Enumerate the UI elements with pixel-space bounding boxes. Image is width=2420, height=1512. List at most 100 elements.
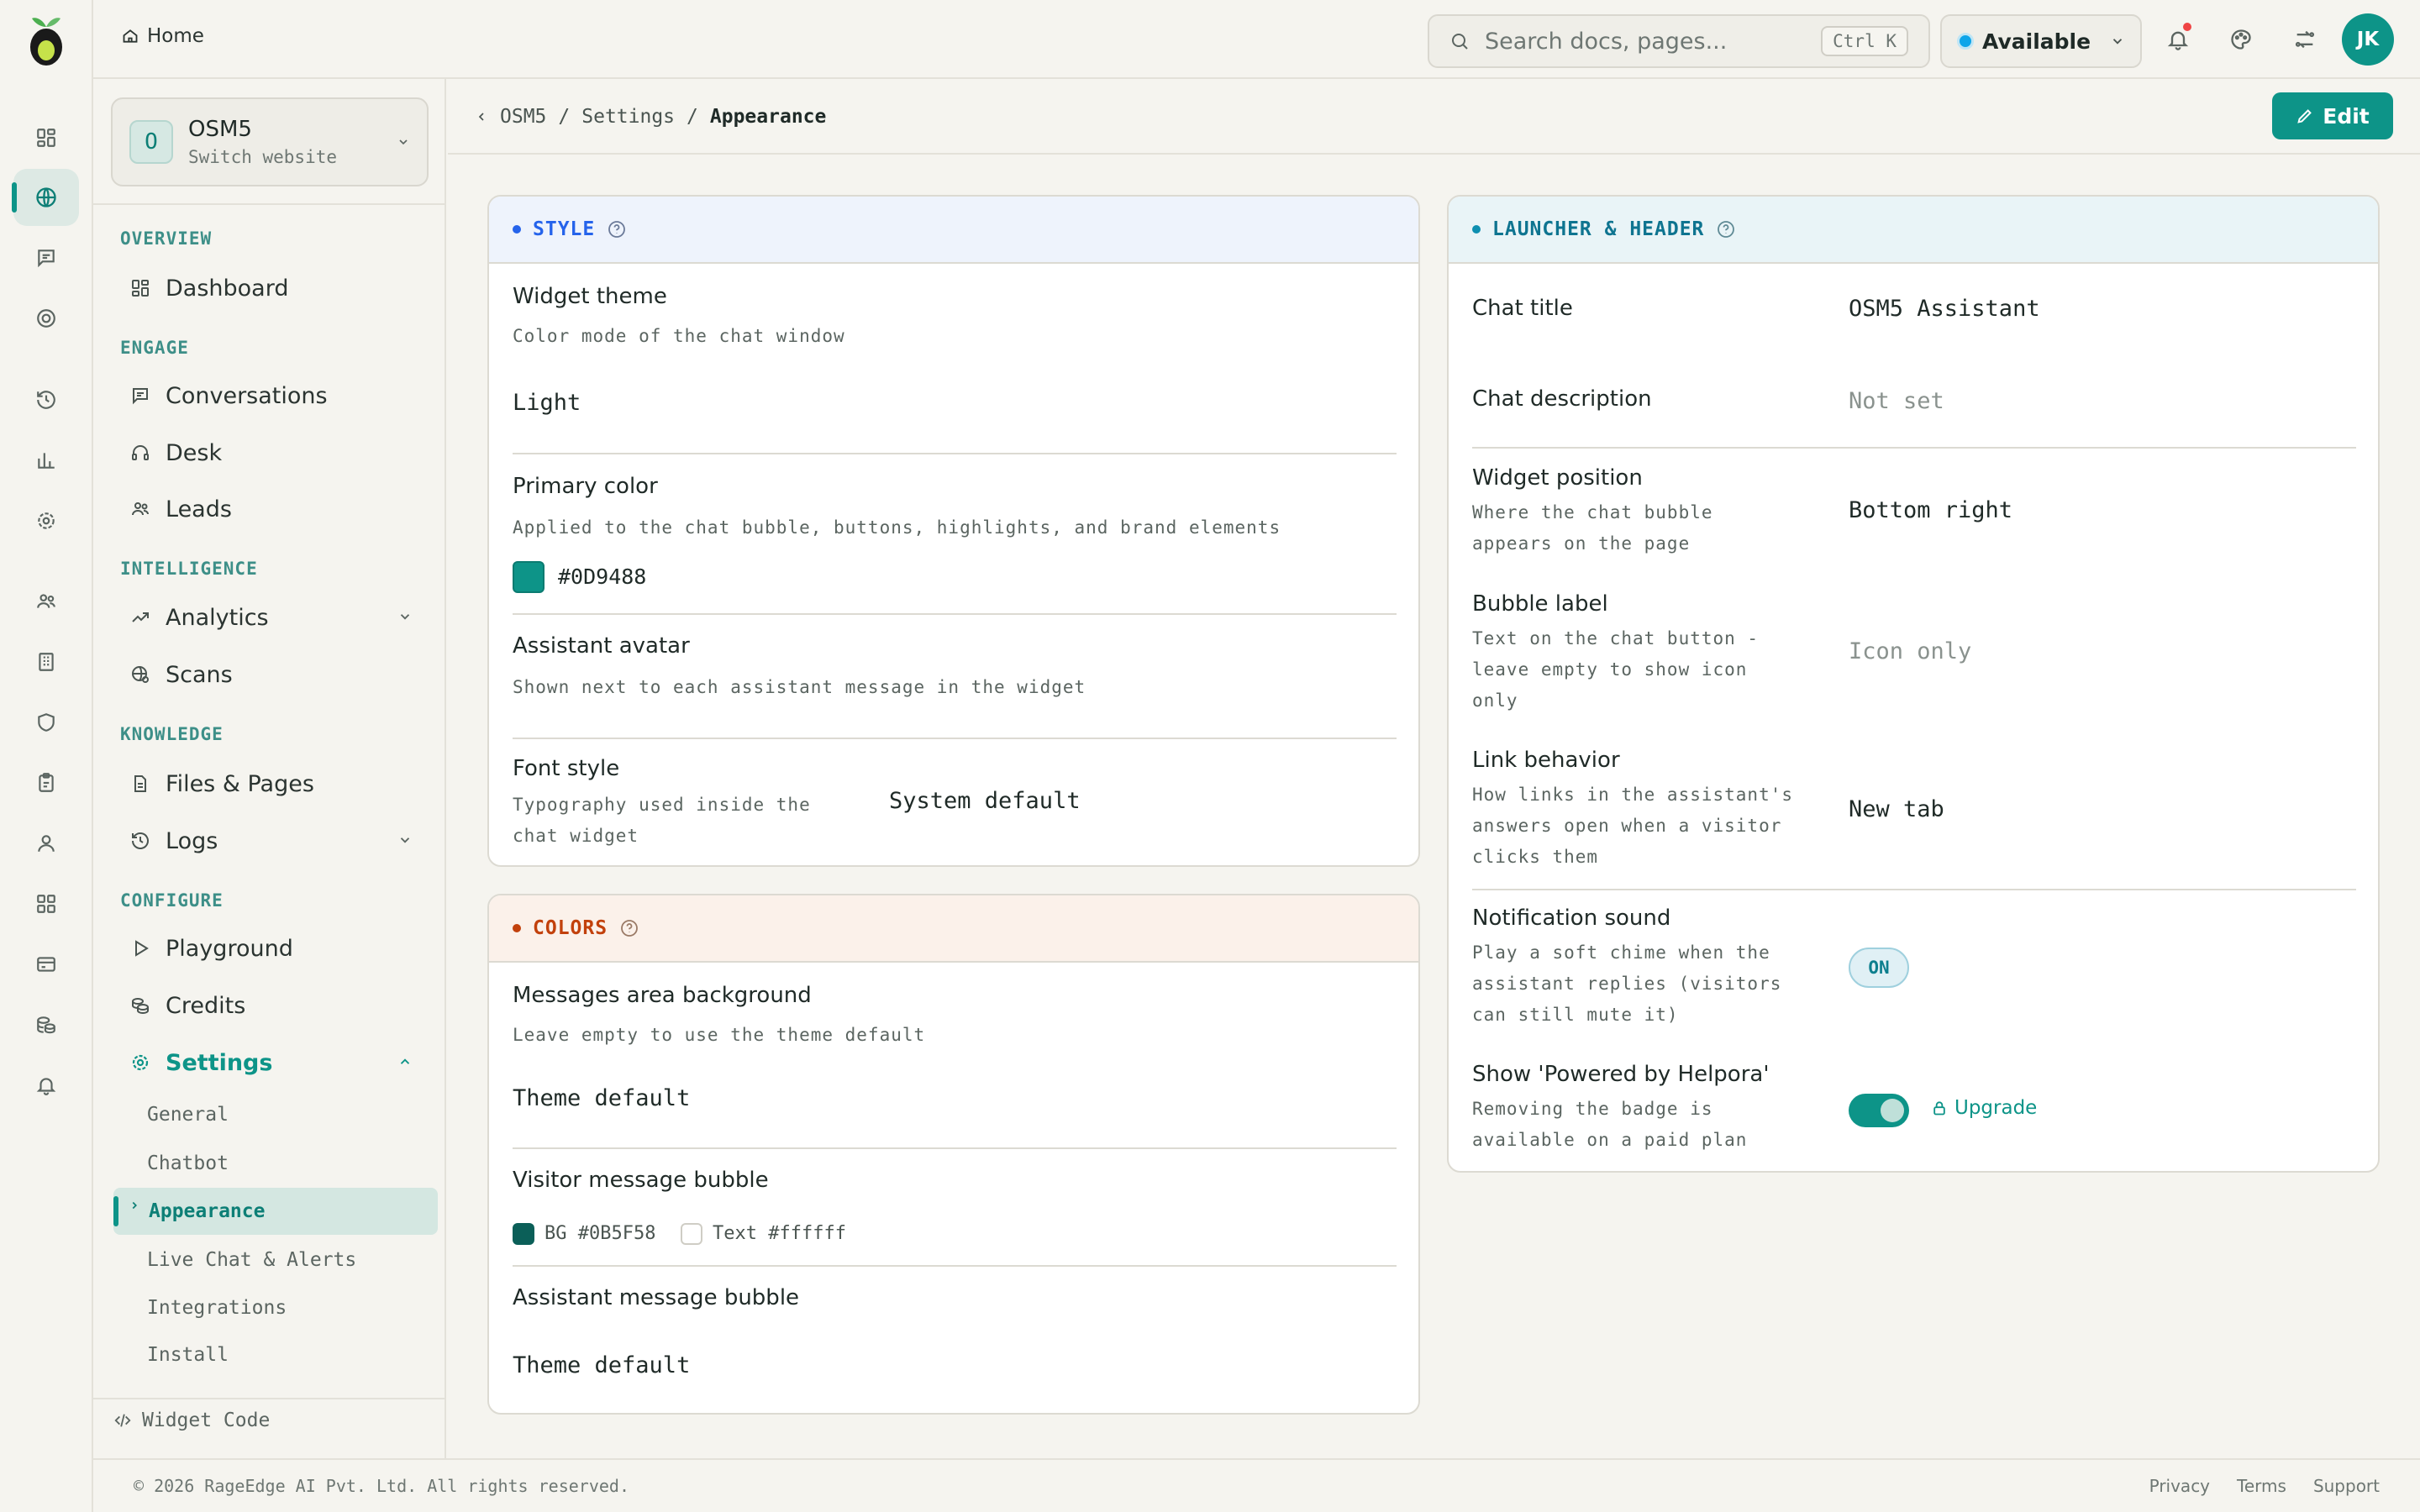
app-logo[interactable] <box>20 12 72 69</box>
rail-card-icon[interactable] <box>13 936 79 993</box>
sidebar-item-label: Settings <box>166 1049 273 1076</box>
rail-chart-icon[interactable] <box>13 432 79 489</box>
palette-icon[interactable] <box>2223 21 2260 58</box>
footer-link-support[interactable]: Support <box>2313 1476 2380 1496</box>
help-circle-icon[interactable] <box>607 219 627 239</box>
home-link[interactable]: Home <box>122 25 204 47</box>
chat-description-label: Chat description <box>1472 386 1652 412</box>
notification-sound-toggle[interactable]: ON <box>1849 948 1909 988</box>
visitor-bg-swatch[interactable] <box>513 1223 534 1245</box>
rail-clipboard-icon[interactable] <box>13 754 79 811</box>
assistant-bubble-value[interactable]: Theme default <box>513 1352 690 1378</box>
sidebar-item-settings[interactable]: Settings <box>113 1037 433 1088</box>
sidebar: O OSM5 Switch website OVERVIEW Dashboard… <box>93 79 446 1458</box>
section-knowledge: KNOWLEDGE <box>120 724 224 744</box>
sidebar-item-files-pages[interactable]: Files & Pages <box>113 759 433 809</box>
rail-users-icon[interactable] <box>13 573 79 630</box>
settings-sub-integrations[interactable]: Integrations <box>147 1297 287 1319</box>
website-switcher[interactable]: O OSM5 Switch website <box>111 97 429 186</box>
bubble-label-value[interactable]: Icon only <box>1849 638 1971 664</box>
switch-layout-icon[interactable] <box>2286 21 2323 58</box>
rail-coins-icon[interactable] <box>13 996 79 1053</box>
help-circle-icon[interactable] <box>1716 219 1736 239</box>
rail-history-icon[interactable] <box>13 371 79 428</box>
rail-building-icon[interactable] <box>13 633 79 690</box>
divider <box>513 1265 1397 1267</box>
settings-sub-live-chat[interactable]: Live Chat & Alerts <box>147 1249 356 1271</box>
widget-position-value[interactable]: Bottom right <box>1849 497 2012 523</box>
sidebar-item-leads[interactable]: Leads <box>113 484 433 534</box>
rail-gear-icon[interactable] <box>13 492 79 549</box>
breadcrumb-current: Appearance <box>709 106 827 128</box>
rail-shield-icon[interactable] <box>13 694 79 751</box>
sidebar-item-conversations[interactable]: Conversations <box>113 370 433 421</box>
rail-target-icon[interactable] <box>13 290 79 347</box>
chevron-right-icon <box>129 1200 140 1211</box>
widget-theme-value[interactable]: Light <box>513 390 581 416</box>
sidebar-item-playground[interactable]: Playground <box>113 923 433 974</box>
notification-sound-desc-line: assistant replies (visitors <box>1472 974 1782 994</box>
widget-code-label: Widget Code <box>142 1410 271 1431</box>
primary-color-value: #0D9488 <box>558 564 647 589</box>
rail-globe-icon[interactable] <box>12 169 79 226</box>
sidebar-item-credits[interactable]: Credits <box>113 980 433 1031</box>
breadcrumb-osm5[interactable]: OSM5 <box>500 106 546 128</box>
style-header-label: STYLE <box>533 218 596 240</box>
notification-sound-desc: Play a soft chime when the assistant rep… <box>1472 937 1781 1031</box>
breadcrumb-bar: OSM5 / Settings / Appearance Edit <box>448 79 2420 155</box>
site-switch-label: Switch website <box>188 147 338 167</box>
messages-bg-value[interactable]: Theme default <box>513 1085 690 1111</box>
primary-color-swatch[interactable] <box>513 561 544 593</box>
link-behavior-value[interactable]: New tab <box>1849 796 1944 822</box>
status-selector[interactable]: Available <box>1940 14 2142 68</box>
rail-user-icon[interactable] <box>13 815 79 872</box>
sidebar-item-dashboard[interactable]: Dashboard <box>113 263 433 313</box>
section-intelligence: INTELLIGENCE <box>120 559 258 579</box>
header-dot <box>513 924 521 932</box>
globe-scan-icon <box>130 664 150 685</box>
sidebar-item-label: Conversations <box>166 382 328 409</box>
notification-dot <box>2183 23 2191 31</box>
link-behavior-title: Link behavior <box>1472 748 1620 773</box>
user-avatar[interactable]: JK <box>2342 13 2394 66</box>
home-icon <box>122 28 139 45</box>
widget-code-link[interactable]: Widget Code <box>113 1410 270 1431</box>
colors-card: COLORS Messages area background Leave em… <box>487 894 1420 1415</box>
site-initial-avatar: O <box>129 120 173 164</box>
edit-button[interactable]: Edit <box>2272 92 2393 139</box>
settings-sub-general[interactable]: General <box>147 1104 229 1126</box>
visitor-text-swatch[interactable] <box>681 1223 702 1245</box>
bubble-label-desc-line: Text on the chat button - <box>1472 628 1760 648</box>
bubble-label-desc: Text on the chat button - leave empty to… <box>1472 623 1759 717</box>
rail-dashboard-icon[interactable] <box>13 109 79 166</box>
settings-sub-chatbot[interactable]: Chatbot <box>147 1152 229 1174</box>
style-card-header: STYLE <box>489 197 1418 264</box>
help-circle-icon[interactable] <box>619 918 639 938</box>
chat-description-value[interactable]: Not set <box>1849 388 1944 414</box>
section-engage: ENGAGE <box>120 338 189 358</box>
top-bar: Home Search docs, pages... Ctrl K Availa… <box>93 0 2420 79</box>
breadcrumb-settings[interactable]: Settings <box>581 106 675 128</box>
settings-sub-appearance[interactable]: Appearance <box>113 1188 438 1235</box>
notifications-bell-icon[interactable] <box>2160 21 2196 58</box>
sidebar-item-analytics[interactable]: Analytics <box>113 592 433 643</box>
powered-by-toggle[interactable] <box>1849 1094 1909 1127</box>
sidebar-item-logs[interactable]: Logs <box>113 816 433 866</box>
search-input[interactable]: Search docs, pages... Ctrl K <box>1428 14 1930 68</box>
rail-chat-icon[interactable] <box>13 229 79 286</box>
rail-apps-icon[interactable] <box>13 875 79 932</box>
font-style-value[interactable]: System default <box>889 788 1081 814</box>
upgrade-link[interactable]: Upgrade <box>1931 1097 2037 1119</box>
footer-link-privacy[interactable]: Privacy <box>2149 1476 2210 1496</box>
sidebar-item-desk[interactable]: Desk <box>113 428 433 478</box>
widget-position-desc-line: appears on the page <box>1472 533 1691 554</box>
rail-bell-icon[interactable] <box>13 1057 79 1114</box>
widget-position-desc: Where the chat bubble appears on the pag… <box>1472 497 1713 559</box>
back-chevron-icon[interactable] <box>475 110 488 123</box>
chat-title-value[interactable]: OSM5 Assistant <box>1849 296 2040 322</box>
footer-link-terms[interactable]: Terms <box>2237 1476 2286 1496</box>
settings-sub-install[interactable]: Install <box>147 1344 229 1366</box>
visitor-bubble-title: Visitor message bubble <box>513 1168 769 1193</box>
sidebar-item-scans[interactable]: Scans <box>113 649 433 700</box>
search-icon <box>1449 31 1470 51</box>
